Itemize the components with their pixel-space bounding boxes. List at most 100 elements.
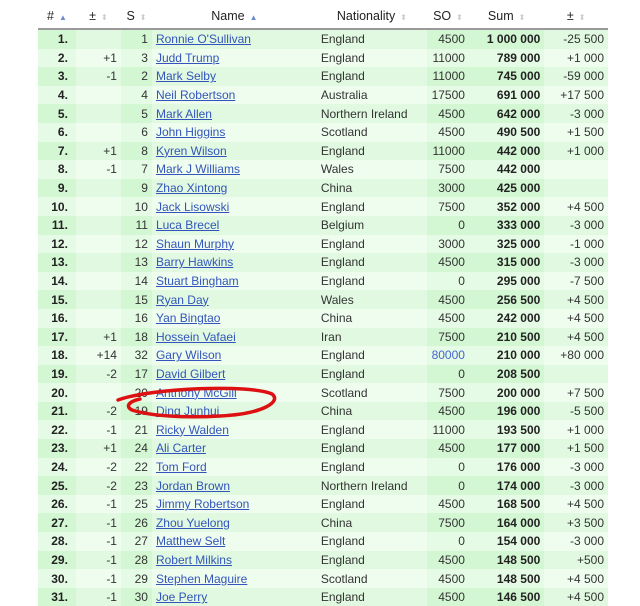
table-row: 17. +1 18 Hossein Vafaei Iran 7500 210 500 +4 5… bbox=[38, 327, 608, 347]
column-header-3[interactable]: Name ▲ bbox=[151, 4, 317, 30]
change-cell: -2 bbox=[75, 364, 121, 384]
so-cell: 7500 bbox=[427, 513, 469, 533]
so-cell: 7500 bbox=[427, 327, 469, 347]
nationality-cell: England bbox=[316, 364, 428, 384]
player-link[interactable]: Zhou Yuelong bbox=[156, 516, 230, 530]
nationality-cell: Belgium bbox=[316, 215, 428, 235]
rank-cell: 10. bbox=[38, 197, 76, 216]
player-link[interactable]: Jimmy Robertson bbox=[156, 497, 249, 511]
table-row: 29. -1 28 Robert Milkins England 4500 148 500 +… bbox=[38, 550, 608, 570]
sort-icon[interactable]: ⬍ bbox=[579, 13, 586, 22]
diff-cell: +1 000 bbox=[544, 141, 608, 161]
seed-cell: 23 bbox=[120, 476, 152, 495]
seed-cell: 10 bbox=[120, 197, 152, 216]
rank-cell: 5. bbox=[38, 104, 76, 123]
player-link[interactable]: Tom Ford bbox=[156, 460, 207, 474]
sort-icon[interactable]: ⬍ bbox=[101, 13, 108, 22]
seed-cell: 29 bbox=[120, 569, 152, 588]
column-header-4[interactable]: Nationality ⬍ bbox=[316, 4, 428, 30]
player-link[interactable]: Luca Brecel bbox=[156, 218, 219, 232]
sum-cell: 210 000 bbox=[468, 346, 545, 365]
player-name-cell: Neil Robertson bbox=[151, 85, 317, 105]
column-header-5[interactable]: SO ⬍ bbox=[427, 4, 469, 30]
player-link[interactable]: Ding Junhui bbox=[156, 404, 219, 418]
player-link[interactable]: Hossein Vafaei bbox=[156, 330, 236, 344]
sum-cell: 745 000 bbox=[468, 67, 545, 86]
sort-icon[interactable]: ⬍ bbox=[519, 13, 526, 22]
table-row: 20. 20 Anthony McGill Scotland 7500 200 000 +7… bbox=[38, 383, 608, 402]
player-link[interactable]: Joe Perry bbox=[156, 590, 207, 604]
player-link[interactable]: Ryan Day bbox=[156, 293, 209, 307]
column-header-label: S bbox=[126, 9, 135, 23]
nationality-cell: Australia bbox=[316, 85, 428, 105]
sum-cell: 1 000 000 bbox=[468, 29, 545, 49]
sum-cell: 208 500 bbox=[468, 364, 545, 384]
player-link[interactable]: Stephen Maguire bbox=[156, 572, 247, 586]
nationality-cell: England bbox=[316, 346, 428, 365]
player-link[interactable]: Mark Selby bbox=[156, 69, 216, 83]
column-header-1[interactable]: ± ⬍ bbox=[75, 4, 121, 30]
table-row: 5. 5 Mark Allen Northern Ireland 4500 642 000… bbox=[38, 104, 608, 123]
player-link[interactable]: Ronnie O'Sullivan bbox=[156, 32, 251, 46]
player-link[interactable]: Ali Carter bbox=[156, 441, 206, 455]
so-cell: 0 bbox=[427, 476, 469, 495]
player-link[interactable]: Judd Trump bbox=[156, 51, 219, 65]
player-link[interactable]: Mark Allen bbox=[156, 107, 212, 121]
player-link[interactable]: Barry Hawkins bbox=[156, 255, 233, 269]
change-cell bbox=[75, 85, 121, 105]
player-name-cell: John Higgins bbox=[151, 122, 317, 142]
table-row: 13. 13 Barry Hawkins England 4500 315 000 -3 0… bbox=[38, 253, 608, 272]
player-link[interactable]: Mark J Williams bbox=[156, 162, 240, 176]
column-header-label: SO bbox=[433, 9, 452, 23]
so-cell: 4500 bbox=[427, 253, 469, 272]
nationality-cell: England bbox=[316, 550, 428, 570]
player-name-cell: Ali Carter bbox=[151, 439, 317, 458]
player-name-cell: Zhou Yuelong bbox=[151, 513, 317, 533]
column-header-6[interactable]: Sum ⬍ bbox=[468, 4, 545, 30]
player-link[interactable]: Shaun Murphy bbox=[156, 237, 234, 251]
player-link[interactable]: David Gilbert bbox=[156, 367, 225, 381]
player-link[interactable]: Anthony McGill bbox=[156, 386, 237, 400]
nationality-cell: China bbox=[316, 178, 428, 198]
sort-asc-icon[interactable]: ▲ bbox=[250, 13, 258, 22]
column-header-label: ± bbox=[89, 9, 97, 23]
player-link[interactable]: Zhao Xintong bbox=[156, 181, 227, 195]
sort-asc-icon[interactable]: ▲ bbox=[59, 13, 67, 22]
column-header-0[interactable]: # ▲ bbox=[38, 4, 76, 30]
player-link[interactable]: Neil Robertson bbox=[156, 88, 235, 102]
diff-cell: +4 500 bbox=[544, 290, 608, 309]
player-link[interactable]: John Higgins bbox=[156, 125, 225, 139]
sort-icon[interactable]: ⬍ bbox=[140, 13, 147, 22]
diff-cell: -3 000 bbox=[544, 532, 608, 551]
sum-cell: 177 000 bbox=[468, 439, 545, 458]
table-row: 24. -2 22 Tom Ford England 0 176 000 -3 000 bbox=[38, 457, 608, 477]
diff-cell: +1 500 bbox=[544, 122, 608, 142]
player-link[interactable]: Kyren Wilson bbox=[156, 144, 227, 158]
player-name-cell: Stuart Bingham bbox=[151, 271, 317, 291]
sort-icon[interactable]: ⬍ bbox=[400, 13, 407, 22]
player-link[interactable]: Jordan Brown bbox=[156, 479, 230, 493]
player-link[interactable]: Jack Lisowski bbox=[156, 200, 229, 214]
player-name-cell: Ryan Day bbox=[151, 290, 317, 309]
player-link[interactable]: Stuart Bingham bbox=[156, 274, 239, 288]
diff-cell: -7 500 bbox=[544, 271, 608, 291]
rank-cell: 22. bbox=[38, 420, 76, 440]
sum-cell: 256 500 bbox=[468, 290, 545, 309]
rank-cell: 14. bbox=[38, 271, 76, 291]
player-link[interactable]: Ricky Walden bbox=[156, 423, 229, 437]
nationality-cell: Wales bbox=[316, 160, 428, 179]
rank-cell: 29. bbox=[38, 550, 76, 570]
change-cell bbox=[75, 29, 121, 49]
player-link[interactable]: Gary Wilson bbox=[156, 348, 221, 362]
player-link[interactable]: Robert Milkins bbox=[156, 553, 232, 567]
seed-cell: 2 bbox=[120, 67, 152, 86]
column-header-7[interactable]: ± ⬍ bbox=[544, 4, 608, 30]
player-link[interactable]: Yan Bingtao bbox=[156, 311, 221, 325]
nationality-cell: England bbox=[316, 439, 428, 458]
seed-cell: 27 bbox=[120, 532, 152, 551]
player-link[interactable]: Matthew Selt bbox=[156, 534, 225, 548]
diff-cell bbox=[544, 178, 608, 198]
column-header-2[interactable]: S ⬍ bbox=[120, 4, 152, 30]
player-name-cell: Mark J Williams bbox=[151, 160, 317, 179]
sort-icon[interactable]: ⬍ bbox=[456, 13, 463, 22]
